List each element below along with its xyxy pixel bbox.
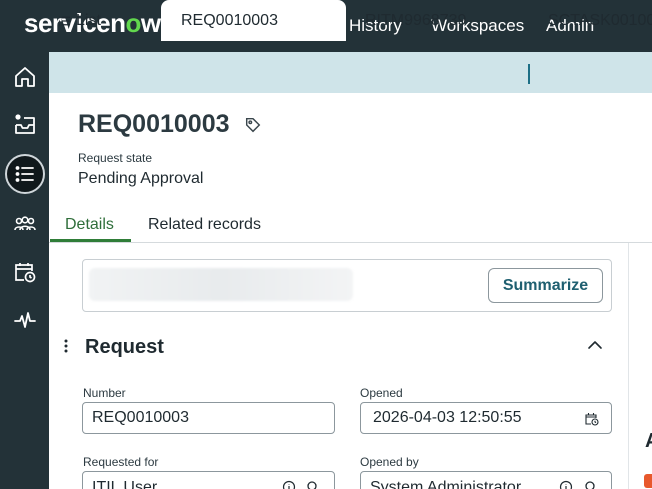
- left-rail: [0, 52, 49, 489]
- opened-field[interactable]: 2026-04-03 12:50:55: [360, 402, 612, 434]
- tab-list-label: List: [76, 11, 101, 29]
- summarize-button[interactable]: Summarize: [488, 268, 603, 303]
- subtab-related-records[interactable]: Related records: [148, 216, 261, 234]
- search-icon[interactable]: [306, 480, 320, 489]
- opened-value: 2026-04-03 12:50:55: [373, 409, 522, 426]
- request-state-value: Pending Approval: [78, 170, 204, 187]
- tab-ritm9968739[interactable]: RITM9968739: [365, 0, 515, 41]
- inbox-icon[interactable]: [5, 104, 45, 144]
- column-divider: [628, 243, 629, 489]
- section-title-request: Request: [85, 336, 164, 358]
- home-icon[interactable]: [5, 57, 45, 97]
- tab-sctask[interactable]: SCTASK00100: [548, 0, 652, 41]
- request-state-label: Request state: [78, 151, 153, 165]
- summary-placeholder: [89, 268, 353, 301]
- chevron-up-icon[interactable]: [586, 336, 604, 354]
- side-panel-heading: A: [645, 430, 652, 453]
- search-icon[interactable]: [584, 480, 598, 489]
- requested-for-field[interactable]: ITIL User: [82, 471, 335, 489]
- opened-label: Opened: [360, 386, 403, 400]
- list-icon[interactable]: [5, 154, 45, 194]
- side-panel-badge: [644, 474, 652, 488]
- calendar-clock-icon[interactable]: [585, 412, 599, 426]
- opened-by-field[interactable]: System Administrator: [360, 471, 612, 489]
- opened-by-label: Opened by: [360, 455, 419, 469]
- more-vertical-icon[interactable]: [62, 338, 70, 354]
- info-icon[interactable]: [559, 480, 573, 489]
- subtab-active-indicator: [50, 239, 131, 242]
- calendar-clock-icon[interactable]: [5, 252, 45, 292]
- record-tab-strip: [49, 52, 652, 93]
- number-field[interactable]: REQ0010003: [82, 402, 335, 434]
- opened-by-value: System Administrator: [370, 479, 522, 489]
- subtabs-divider: [49, 242, 652, 243]
- activity-icon[interactable]: [5, 300, 45, 340]
- list-lines-icon: [58, 16, 71, 25]
- number-label: Number: [83, 386, 126, 400]
- requested-for-value: ITIL User: [92, 479, 158, 489]
- tab-divider: [528, 64, 530, 84]
- tag-icon[interactable]: [244, 116, 262, 134]
- subtab-details[interactable]: Details: [65, 216, 114, 234]
- tab-list[interactable]: List: [58, 0, 158, 41]
- requested-for-label: Requested for: [83, 455, 159, 469]
- groups-icon[interactable]: [5, 204, 45, 244]
- tab-req0010003[interactable]: REQ0010003: [161, 0, 346, 41]
- info-icon[interactable]: [282, 480, 296, 489]
- page-title: REQ0010003: [78, 110, 230, 138]
